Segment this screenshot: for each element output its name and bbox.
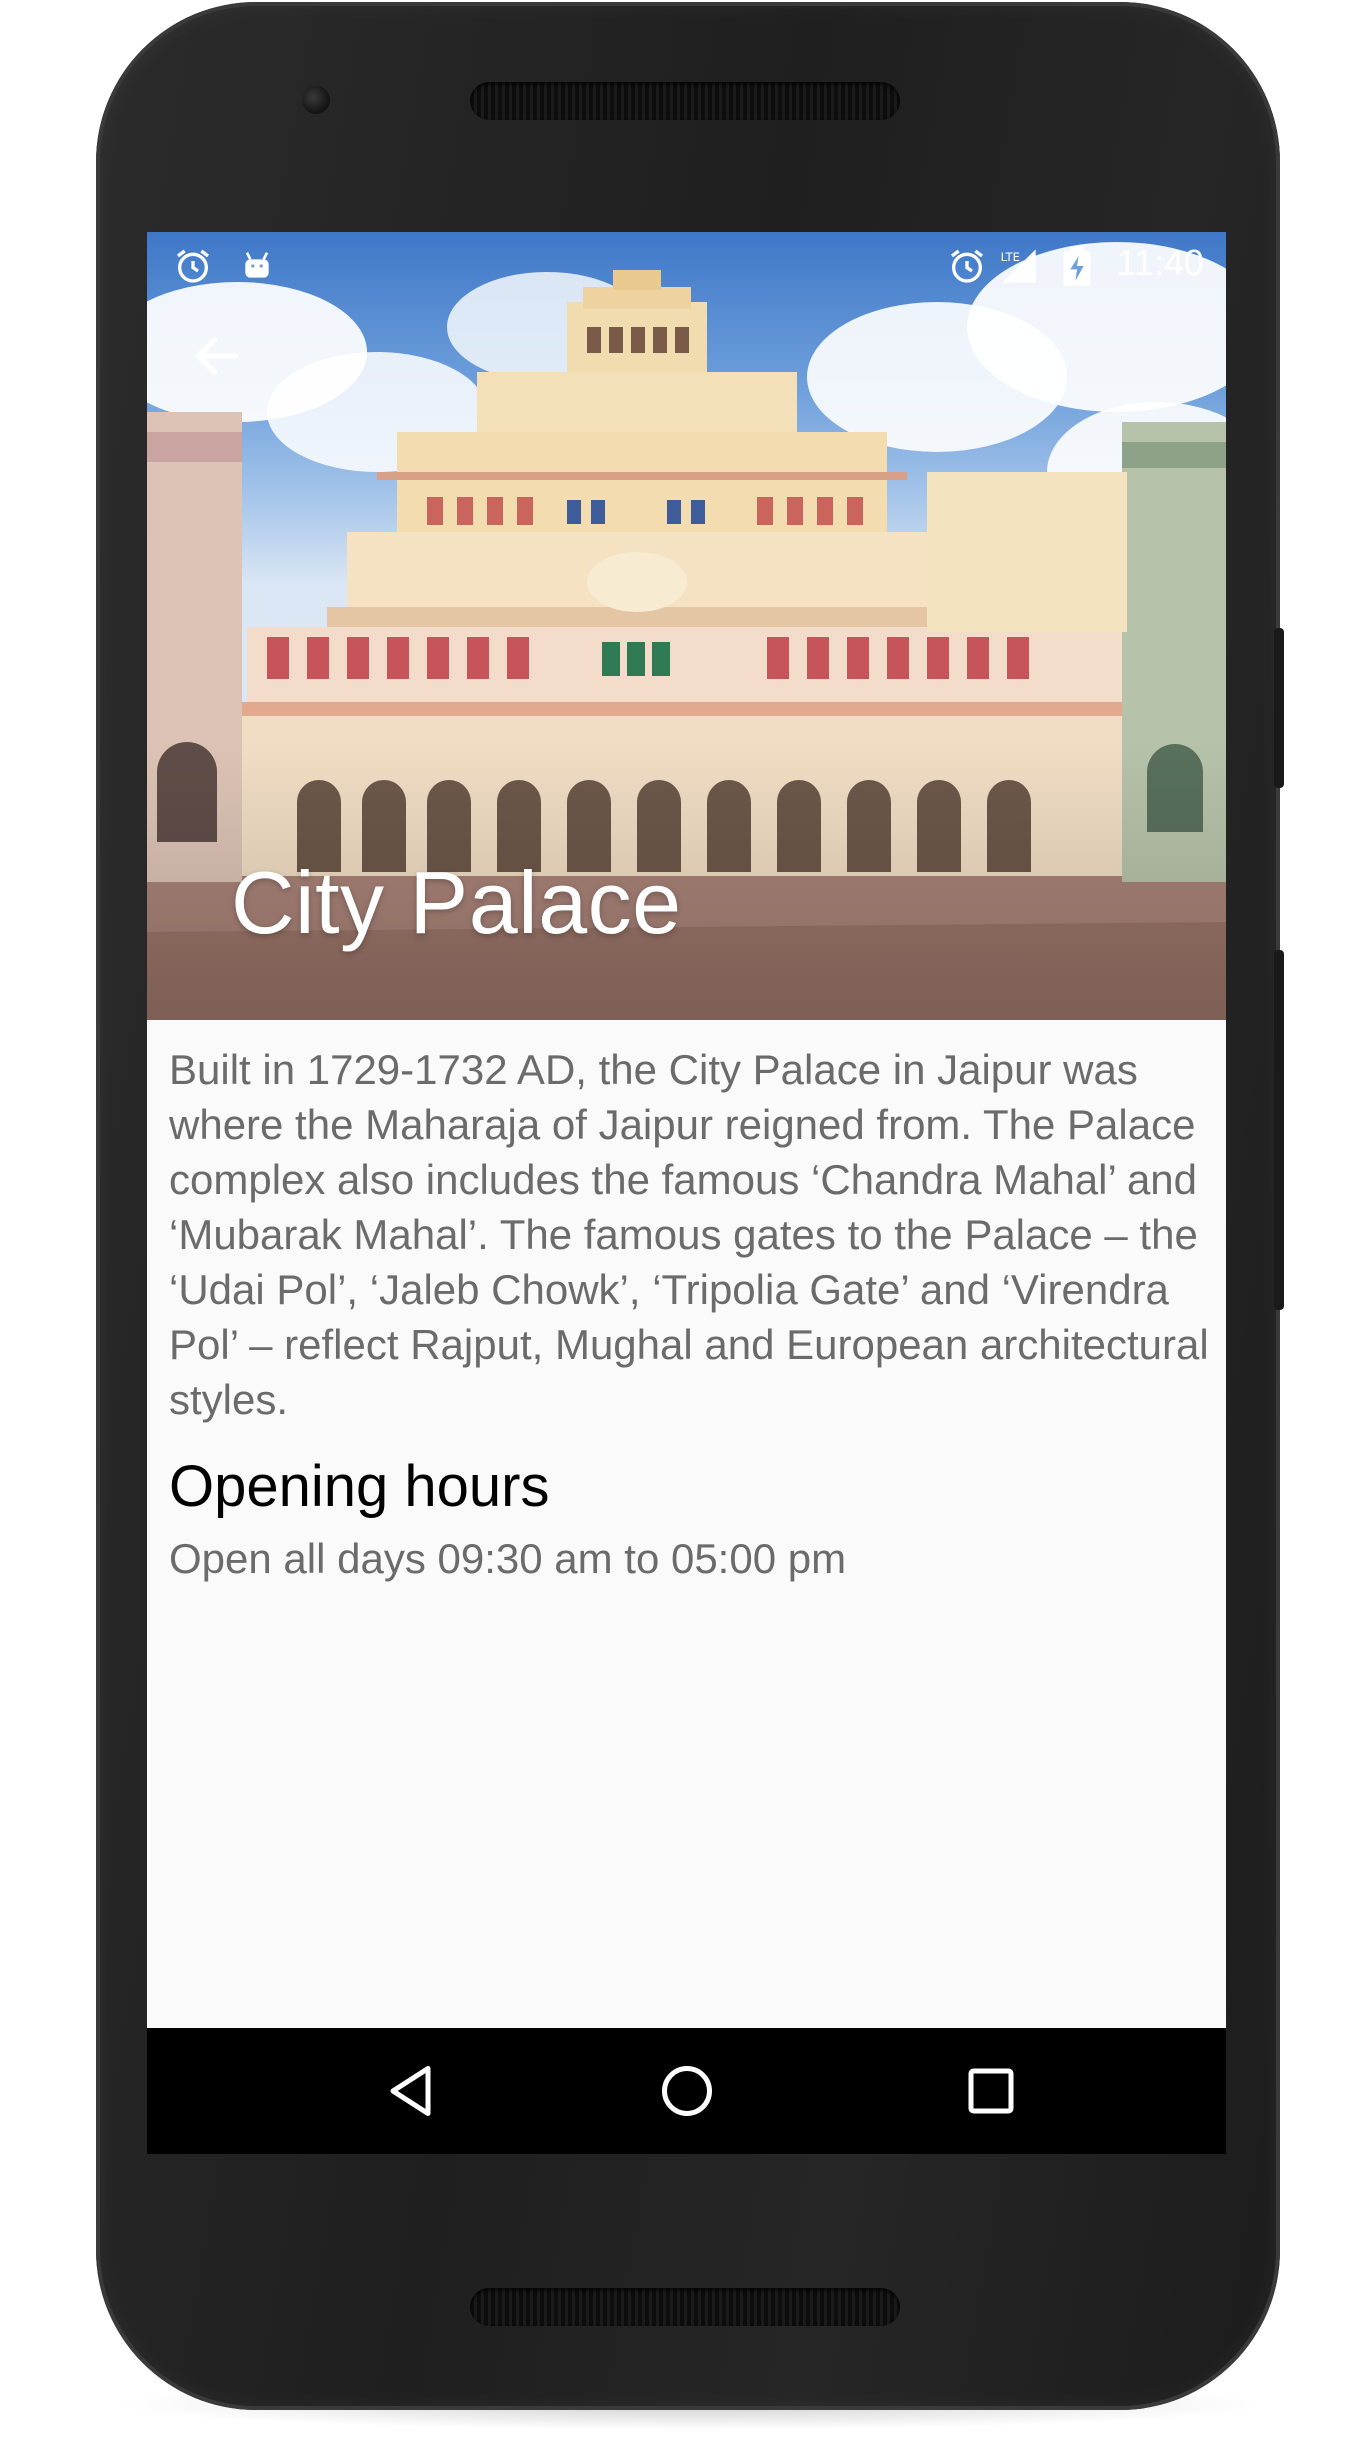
back-arrow-icon[interactable]	[189, 328, 245, 384]
opening-hours-text: Open all days 09:30 am to 05:00 pm	[169, 1535, 847, 1582]
top-speaker	[470, 82, 900, 120]
lte-signal-icon: LTE	[1001, 249, 1036, 283]
status-time: 11:40	[1116, 242, 1204, 283]
battery-charging-icon	[1063, 246, 1091, 286]
android-icon	[245, 252, 269, 278]
opening-hours-heading: Opening hours	[169, 1454, 550, 1519]
recents-square-icon[interactable]	[961, 2061, 1021, 2121]
place-title: City Palace	[231, 853, 682, 952]
power-button	[1274, 628, 1284, 788]
navigation-bar	[147, 2028, 1226, 2154]
volume-button	[1274, 950, 1284, 1310]
alarm-icon	[951, 249, 983, 283]
place-description: Built in 1729-1732 AD, the City Palace i…	[169, 1046, 1209, 1423]
bottom-speaker	[470, 2288, 900, 2326]
alarm-icon	[177, 249, 209, 283]
front-camera	[302, 86, 330, 114]
place-details: Built in 1729-1732 AD, the City Palace i…	[169, 1042, 1209, 1585]
home-circle-icon[interactable]	[657, 2061, 717, 2121]
back-triangle-icon[interactable]	[383, 2061, 443, 2121]
app-screen: LTE 11:40 City Palace Built in 1729-1732…	[147, 232, 1226, 2154]
status-bar: LTE 11:40	[147, 232, 1226, 296]
svg-text:LTE: LTE	[1001, 250, 1020, 264]
